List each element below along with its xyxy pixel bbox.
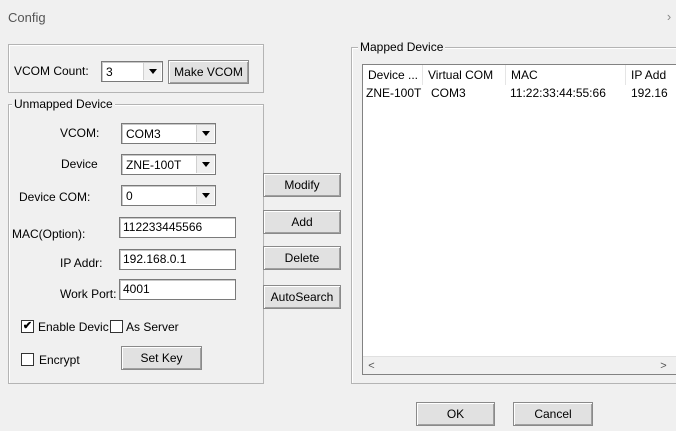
unmapped-device-legend: Unmapped Device	[12, 97, 115, 111]
table-cell: 192.16	[631, 86, 668, 100]
vcom-count-label: VCOM Count:	[14, 64, 89, 78]
cancel-button[interactable]: Cancel	[513, 402, 593, 426]
unmapped-device-group	[8, 104, 264, 384]
mapped-device-list[interactable]: Device ... Virtual COM MAC IP Add ZNE-10…	[362, 64, 676, 375]
close-icon[interactable]: ›	[662, 9, 676, 24]
work-port-input[interactable]: 4001	[119, 279, 236, 300]
window-title: Config	[8, 10, 46, 25]
vcom-label: VCOM:	[60, 126, 100, 140]
ok-button[interactable]: OK	[416, 402, 495, 426]
device-label: Device	[61, 157, 98, 171]
scroll-right-icon[interactable]: >	[655, 357, 672, 374]
modify-button[interactable]: Modify	[263, 173, 341, 197]
device-com-value: 0	[126, 189, 133, 203]
vcom-value: COM3	[126, 127, 161, 141]
as-server-checkbox[interactable]	[110, 320, 123, 333]
column-header-device[interactable]: Device ...	[363, 65, 423, 85]
table-cell: 11:22:33:44:55:66	[510, 86, 606, 100]
autosearch-button[interactable]: AutoSearch	[263, 285, 341, 309]
device-com-label: Device COM:	[19, 190, 91, 204]
vcom-select[interactable]: COM3	[121, 123, 216, 144]
scroll-left-icon[interactable]: <	[363, 357, 380, 374]
column-header-virtual-com[interactable]: Virtual COM	[423, 65, 506, 85]
column-header-ip-addr[interactable]: IP Add	[626, 65, 676, 85]
vcom-count-value: 3	[106, 65, 113, 79]
chevron-down-icon[interactable]	[196, 156, 214, 173]
column-header-mac[interactable]: MAC	[506, 65, 626, 85]
enable-device-label: Enable Devic	[38, 320, 109, 334]
vcom-count-select[interactable]: 3	[101, 61, 163, 82]
enable-device-checkbox[interactable]: ✔	[21, 320, 34, 333]
chevron-down-icon[interactable]	[196, 125, 214, 142]
chevron-down-icon[interactable]	[196, 187, 214, 204]
make-vcom-button[interactable]: Make VCOM	[168, 60, 249, 84]
table-cell: ZNE-100T	[366, 86, 422, 100]
horizontal-scrollbar[interactable]: < >	[363, 356, 676, 374]
delete-button[interactable]: Delete	[263, 246, 341, 270]
mapped-device-legend: Mapped Device	[358, 40, 446, 54]
ip-addr-input[interactable]: 192.168.0.1	[119, 249, 236, 270]
chevron-down-icon[interactable]	[143, 63, 161, 80]
work-port-label: Work Port:	[60, 287, 117, 301]
add-button[interactable]: Add	[263, 210, 341, 234]
ip-addr-label: IP Addr:	[60, 256, 103, 270]
mac-label: MAC(Option):	[12, 227, 86, 241]
mac-input[interactable]: 112233445566	[119, 217, 236, 238]
as-server-label: As Server	[126, 320, 179, 334]
encrypt-checkbox[interactable]	[21, 353, 34, 366]
encrypt-label: Encrypt	[39, 353, 80, 367]
device-select[interactable]: ZNE-100T	[121, 154, 216, 175]
set-key-button[interactable]: Set Key	[121, 346, 202, 370]
device-value: ZNE-100T	[126, 158, 182, 172]
device-com-select[interactable]: 0	[121, 185, 216, 206]
table-cell: COM3	[431, 86, 466, 100]
